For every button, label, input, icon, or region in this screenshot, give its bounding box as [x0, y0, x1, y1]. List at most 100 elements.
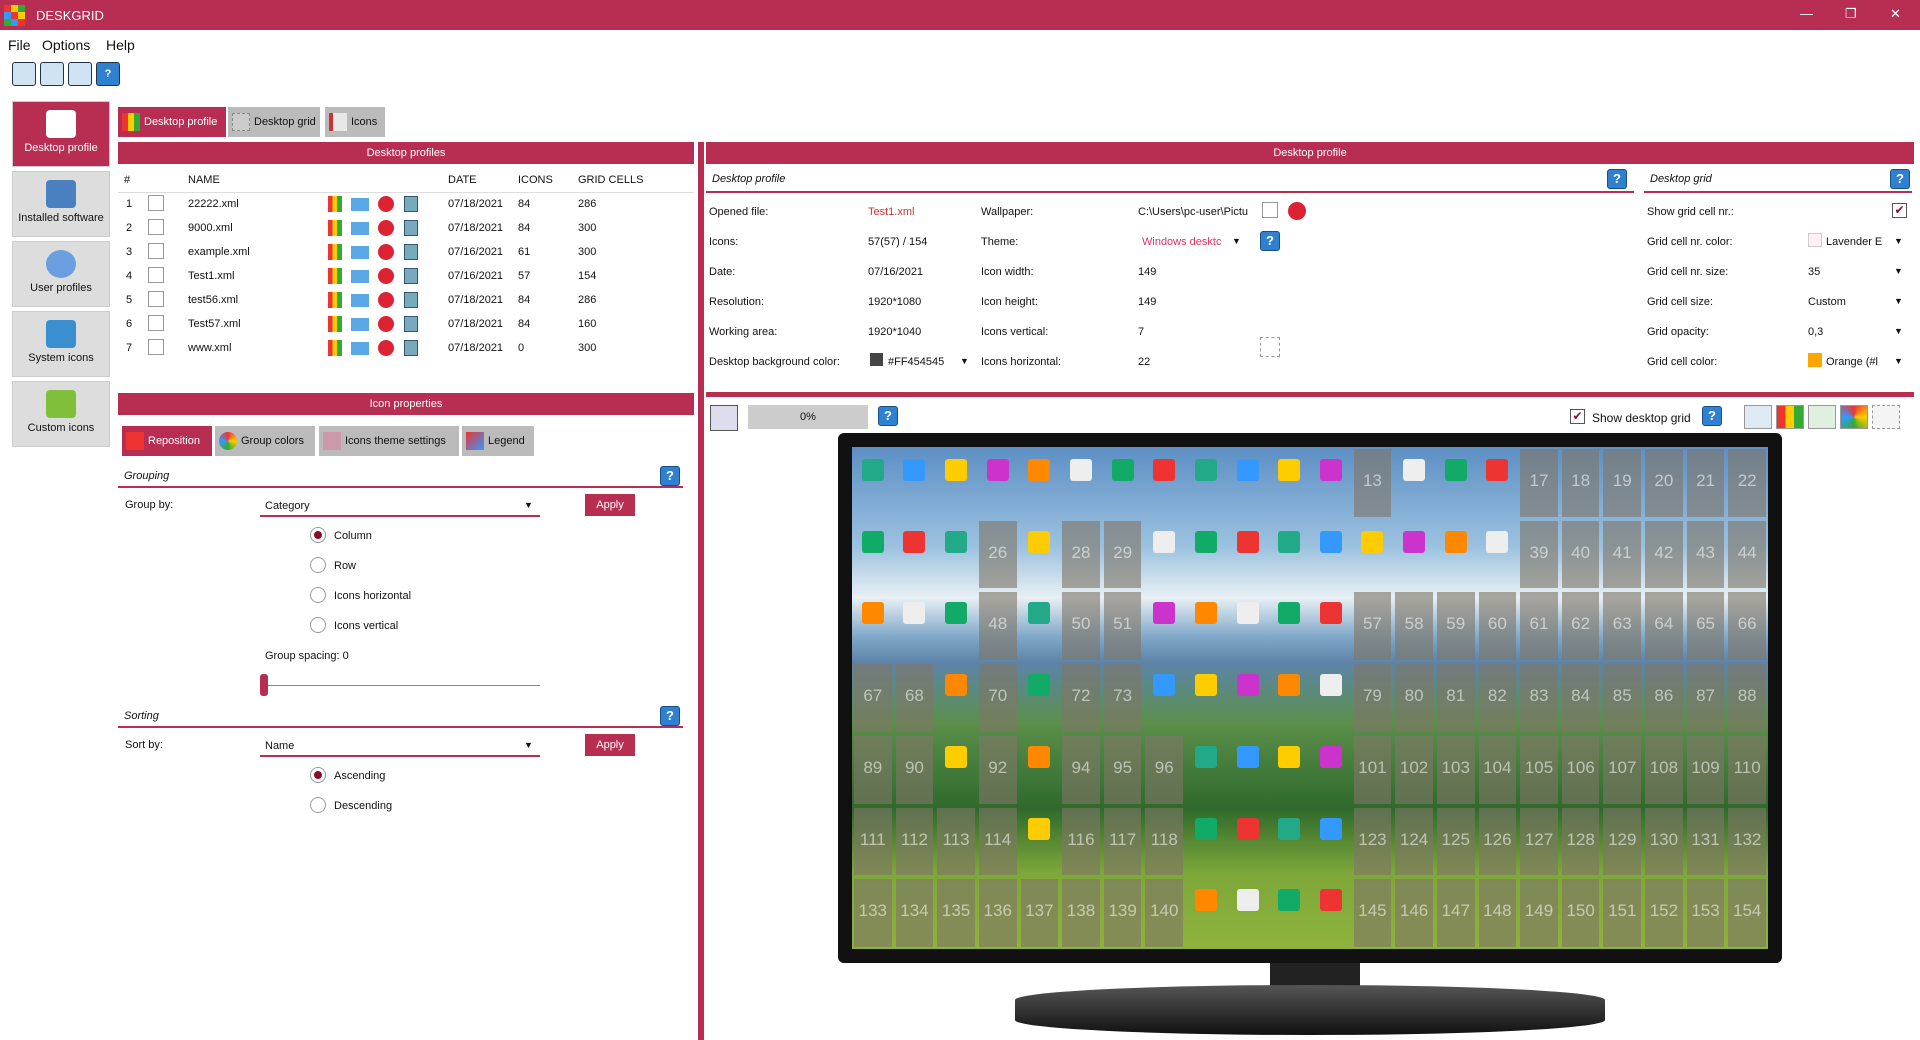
row-checkbox[interactable]: [148, 242, 164, 259]
row-checkbox[interactable]: [148, 218, 164, 235]
monitor-icon[interactable]: [351, 245, 370, 259]
chevron-down-icon[interactable]: ▼: [1894, 356, 1903, 366]
cell-size-select[interactable]: Custom: [1808, 296, 1846, 308]
bg-color-select[interactable]: #FF454545: [888, 356, 944, 368]
sidebar-item-desktop-profile[interactable]: Desktop profile: [12, 101, 110, 167]
help-icon[interactable]: ?: [1260, 231, 1280, 251]
close-button[interactable]: ✕: [1890, 6, 1901, 22]
theme-select[interactable]: Windows desktc: [1142, 236, 1221, 248]
help-icon[interactable]: ?: [1890, 169, 1910, 189]
cell-nr-color-select[interactable]: Lavender E: [1826, 236, 1882, 248]
apply-grouping-button[interactable]: Apply: [585, 494, 635, 516]
table-row[interactable]: 4 Test1.xml 07/16/2021 57 154: [118, 264, 694, 288]
new-profile-icon[interactable]: [12, 62, 36, 86]
save-profile-icon[interactable]: [403, 244, 418, 260]
table-row[interactable]: 5 test56.xml 07/18/2021 84 286: [118, 288, 694, 312]
row-checkbox[interactable]: [148, 314, 164, 331]
tab-icons[interactable]: Icons: [325, 107, 385, 137]
sidebar-item-user-profiles[interactable]: User profiles: [12, 241, 110, 307]
show-desktop-grid-checkbox[interactable]: ✔: [1570, 409, 1585, 424]
load-grid-icon[interactable]: [328, 316, 342, 332]
chevron-down-icon[interactable]: ▼: [1894, 296, 1903, 306]
sidebar-item-installed-software[interactable]: Installed software: [12, 171, 110, 237]
load-grid-icon[interactable]: [328, 268, 342, 284]
chevron-down-icon[interactable]: ▼: [524, 740, 533, 750]
cell-color-select[interactable]: Orange (#l: [1826, 356, 1878, 368]
delete-icon[interactable]: [378, 244, 395, 260]
row-checkbox[interactable]: [148, 338, 164, 355]
load-grid-icon[interactable]: [328, 244, 342, 260]
tab-group-colors[interactable]: Group colors: [215, 426, 315, 456]
spacing-slider-track[interactable]: [262, 685, 540, 686]
chevron-down-icon[interactable]: ▼: [1894, 266, 1903, 276]
chevron-down-icon[interactable]: ▼: [1232, 236, 1241, 246]
apply-sorting-button[interactable]: Apply: [585, 734, 635, 756]
menu-options[interactable]: Options: [42, 37, 90, 53]
menu-help[interactable]: Help: [106, 37, 135, 53]
monitor-icon[interactable]: [351, 341, 370, 355]
tab-desktop-profile[interactable]: Desktop profile: [118, 107, 226, 137]
grid-dots-icon[interactable]: [1872, 405, 1900, 429]
tab-legend[interactable]: Legend: [462, 426, 534, 456]
delete-icon[interactable]: [378, 340, 395, 356]
help-icon[interactable]: ?: [878, 406, 898, 426]
menu-file[interactable]: File: [8, 37, 31, 53]
delete-icon[interactable]: [378, 220, 395, 236]
radio-icons-horizontal[interactable]: [310, 587, 326, 603]
chevron-down-icon[interactable]: ▼: [524, 500, 533, 510]
preview-icon[interactable]: [710, 405, 738, 431]
chevron-down-icon[interactable]: ▼: [1894, 326, 1903, 336]
spacing-slider-thumb[interactable]: [260, 674, 268, 696]
monitor-icon[interactable]: [351, 221, 370, 235]
save-profile-icon[interactable]: [403, 292, 418, 308]
save-profile-icon[interactable]: [403, 340, 418, 356]
radio-column[interactable]: [310, 527, 326, 543]
horizontal-splitter[interactable]: [706, 392, 1914, 397]
radio-icons-vertical[interactable]: [310, 617, 326, 633]
help-icon[interactable]: ?: [660, 466, 680, 486]
grid-opacity-select[interactable]: 0,3: [1808, 326, 1823, 338]
tab-icons-theme-settings[interactable]: Icons theme settings: [319, 426, 459, 456]
monitor-icon[interactable]: [351, 317, 370, 331]
table-row[interactable]: 1 22222.xml 07/18/2021 84 286: [118, 192, 694, 216]
help-icon[interactable]: ?: [1607, 169, 1627, 189]
save-profile-icon[interactable]: [403, 220, 418, 236]
radio-ascending[interactable]: [310, 767, 326, 783]
table-row[interactable]: 7 www.xml 07/18/2021 0 300: [118, 336, 694, 360]
monitor-icon[interactable]: [351, 269, 370, 283]
save-icon[interactable]: [40, 62, 64, 86]
sidebar-item-custom-icons[interactable]: Custom icons: [12, 381, 110, 447]
delete-icon[interactable]: [378, 196, 395, 213]
save-as-icon[interactable]: [68, 62, 92, 86]
radio-row[interactable]: [310, 557, 326, 573]
color-wheel-icon[interactable]: [1840, 405, 1868, 429]
shuffle-icon[interactable]: [1808, 405, 1836, 429]
delete-icon[interactable]: [378, 316, 395, 332]
help-icon[interactable]: ?: [660, 706, 680, 726]
help-icon[interactable]: ?: [1702, 406, 1722, 426]
sidebar-item-system-icons[interactable]: System icons: [12, 311, 110, 377]
edit-icon[interactable]: [1262, 202, 1278, 218]
table-row[interactable]: 6 Test57.xml 07/18/2021 84 160: [118, 312, 694, 336]
maximize-button[interactable]: ❐: [1845, 6, 1857, 22]
row-checkbox[interactable]: [148, 266, 164, 283]
color-grid-icon[interactable]: [1776, 405, 1804, 429]
minimize-button[interactable]: —: [1800, 6, 1813, 21]
table-row[interactable]: 2 9000.xml 07/18/2021 84 300: [118, 216, 694, 240]
monitor-icon[interactable]: [351, 197, 370, 211]
tab-reposition[interactable]: Reposition: [122, 426, 212, 456]
load-grid-icon[interactable]: [328, 196, 342, 213]
load-grid-icon[interactable]: [328, 220, 342, 236]
delete-icon[interactable]: [378, 268, 395, 284]
delete-icon[interactable]: [1288, 202, 1306, 220]
delete-icon[interactable]: [378, 292, 395, 308]
row-checkbox[interactable]: [148, 194, 164, 211]
help-icon[interactable]: ?: [96, 62, 120, 86]
save-profile-icon[interactable]: [403, 316, 418, 332]
save-profile-icon[interactable]: [403, 268, 418, 284]
panel-splitter[interactable]: [698, 142, 704, 1040]
radio-descending[interactable]: [310, 797, 326, 813]
load-grid-icon[interactable]: [328, 292, 342, 308]
table-row[interactable]: 3 example.xml 07/16/2021 61 300: [118, 240, 694, 264]
save-profile-icon[interactable]: [403, 196, 418, 213]
